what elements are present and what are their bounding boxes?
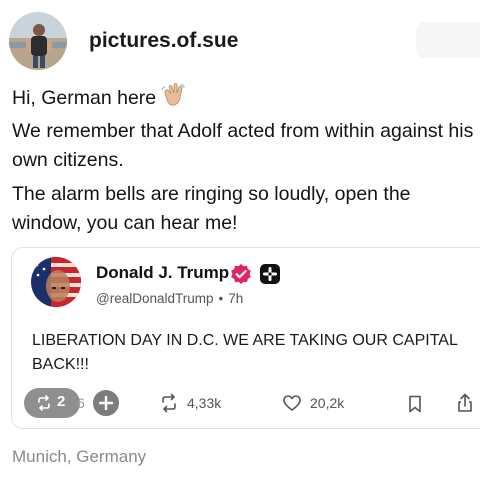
quoted-actions-bar: 2 6 4,33k 20,2k xyxy=(12,388,480,418)
repost-pill-background xyxy=(24,388,80,418)
post-header: pictures.of.sue xyxy=(9,11,238,71)
quoted-author-name[interactable]: Donald J. Trump xyxy=(96,263,229,283)
follow-button[interactable] xyxy=(416,22,480,58)
repost-icon xyxy=(36,395,52,411)
post-paragraph-1: Hi, German here We remember that Adolf a… xyxy=(12,82,474,175)
quoted-post-text: LIBERATION DAY IN D.C. WE ARE TAKING OUR… xyxy=(32,332,458,373)
repost-pill-tail: 6 xyxy=(77,395,85,411)
repost-button[interactable]: 4,33k xyxy=(159,393,221,413)
quoted-post-card[interactable]: Donald J. Trump @realDonaldTrump • 7h LIBE… xyxy=(11,247,480,429)
username[interactable]: pictures.of.sue xyxy=(89,29,238,53)
like-count: 20,2k xyxy=(310,395,345,411)
post-text-line-2: We remember that Adolf acted from within… xyxy=(12,120,474,171)
heart-icon xyxy=(283,395,301,411)
quoted-handle: @realDonaldTrump xyxy=(96,291,214,306)
repost-pill-button[interactable]: 2 6 xyxy=(24,388,122,418)
avatar[interactable] xyxy=(9,12,67,70)
quoted-timestamp: 7h xyxy=(228,291,244,306)
plus-badge-icon xyxy=(259,263,281,285)
repost-count: 4,33k xyxy=(187,395,222,411)
greeting-text: Hi, German here xyxy=(12,87,157,109)
quoted-avatar[interactable] xyxy=(31,257,81,307)
share-icon[interactable] xyxy=(456,393,474,418)
verified-badge-icon xyxy=(230,263,252,285)
post-paragraph-2: The alarm bells are ringing so loudly, o… xyxy=(12,183,411,234)
repost-icon xyxy=(162,393,176,413)
repost-pill-count: 2 xyxy=(57,393,66,410)
like-button[interactable]: 20,2k xyxy=(282,393,344,413)
wave-emoji-icon xyxy=(160,82,186,117)
post-location[interactable]: Munich, Germany xyxy=(12,447,146,467)
bookmark-icon[interactable] xyxy=(407,395,423,418)
plus-icon[interactable] xyxy=(91,388,121,418)
quoted-handle-line: @realDonaldTrump • 7h xyxy=(96,291,243,306)
separator-dot: • xyxy=(218,291,224,306)
